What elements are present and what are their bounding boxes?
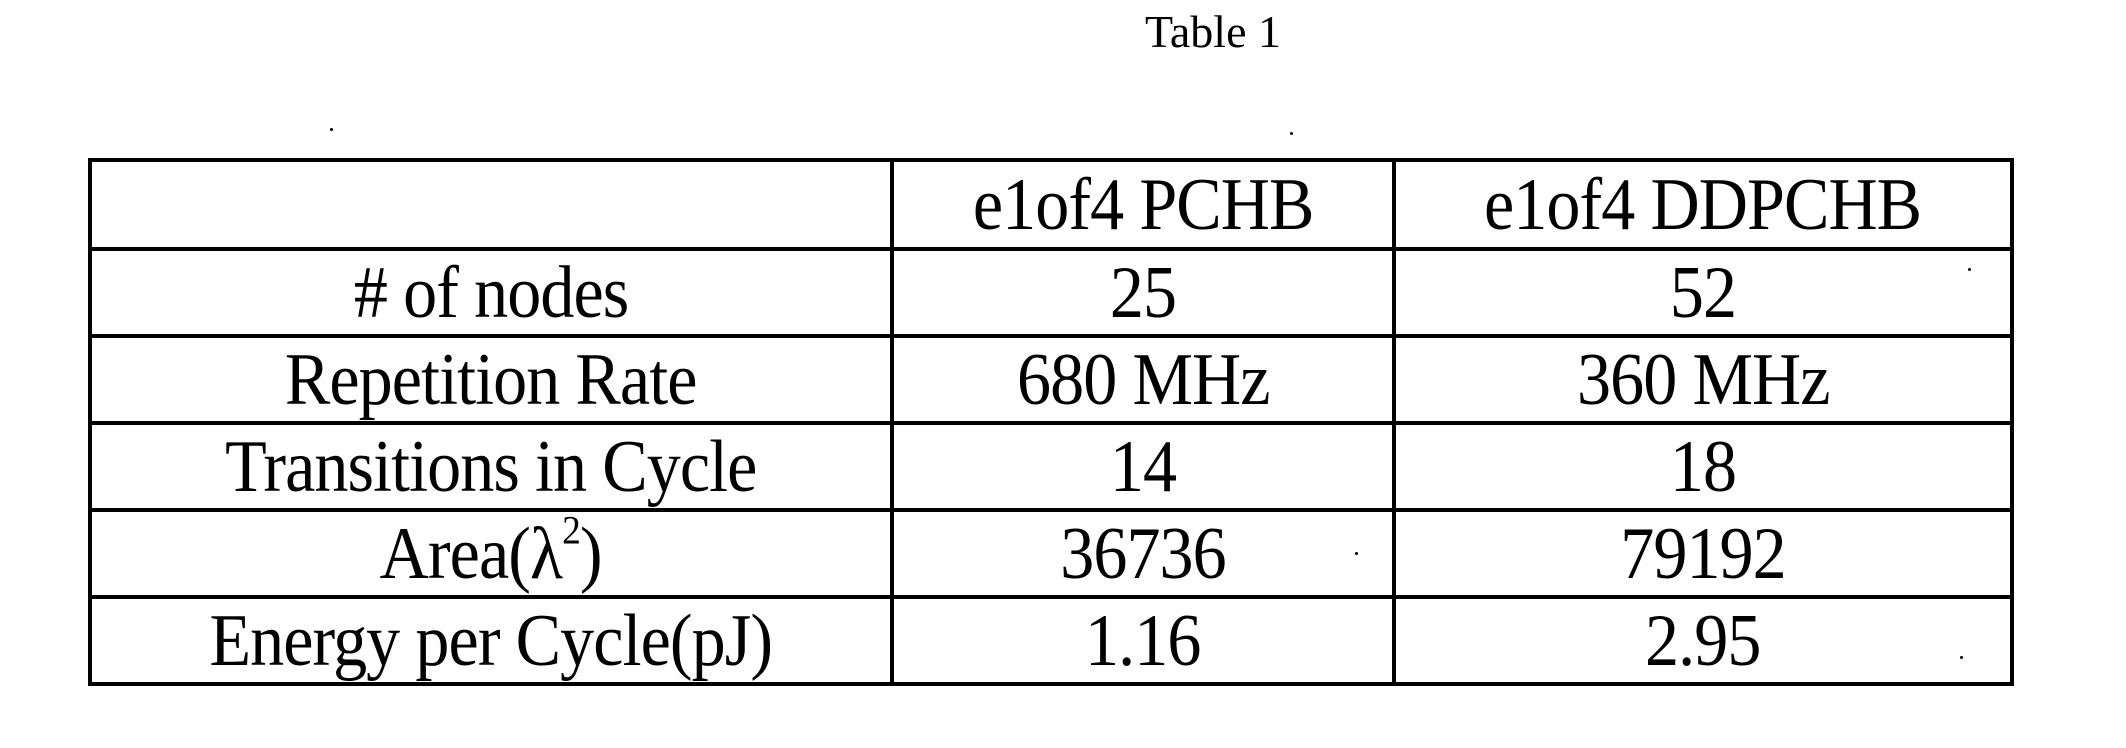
table-title: Table 1 <box>1144 6 1282 57</box>
comparison-table: e1of4 PCHB e1of4 DDPCHB # of nodes 25 52… <box>88 158 2014 686</box>
header-cell-ddpchb: e1of4 DDPCHB <box>1392 158 2014 251</box>
table-row: # of nodes 25 52 <box>88 247 2014 338</box>
value-cell: 18 <box>1392 421 2014 512</box>
scan-speck <box>330 128 333 131</box>
row-label-close: ) <box>580 512 603 595</box>
cell-value: 1.16 <box>1085 599 1201 682</box>
row-label: Repetition Rate <box>285 338 698 421</box>
cell-value: 14 <box>1109 425 1177 508</box>
header-cell-empty <box>88 158 894 251</box>
row-label-cell: Repetition Rate <box>88 334 894 425</box>
scan-speck <box>1960 656 1963 659</box>
value-cell: 1.16 <box>890 595 1396 686</box>
cell-value: 360 MHz <box>1576 338 1831 421</box>
cell-value: 36736 <box>1060 512 1227 595</box>
row-label-cell: Energy per Cycle(pJ) <box>88 595 894 686</box>
row-label: Area(λ2) <box>380 514 603 591</box>
cell-value: 79192 <box>1620 512 1787 595</box>
header-cell-pchb: e1of4 PCHB <box>890 158 1396 251</box>
table-row: Transitions in Cycle 14 18 <box>88 421 2014 512</box>
value-cell: 14 <box>890 421 1396 512</box>
cell-value: 2.95 <box>1645 599 1761 682</box>
row-label-cell: Area(λ2) <box>88 508 894 599</box>
row-label: Transitions in Cycle <box>225 425 757 508</box>
value-cell: 2.95 <box>1392 595 2014 686</box>
table-row: Repetition Rate 680 MHz 360 MHz <box>88 334 2014 425</box>
cell-value: 680 MHz <box>1016 338 1271 421</box>
row-label-superscript: 2 <box>562 510 581 552</box>
value-cell: 360 MHz <box>1392 334 2014 425</box>
scan-speck <box>1968 268 1971 271</box>
row-label: Energy per Cycle(pJ) <box>209 599 774 682</box>
value-cell: 52 <box>1392 247 2014 338</box>
row-label-cell: Transitions in Cycle <box>88 421 894 512</box>
column-header-label: e1of4 DDPCHB <box>1484 163 1922 246</box>
row-label-cell: # of nodes <box>88 247 894 338</box>
row-label: # of nodes <box>353 251 629 334</box>
value-cell: 36736 <box>890 508 1396 599</box>
row-label-main: Area(λ <box>379 512 563 595</box>
value-cell: 680 MHz <box>890 334 1396 425</box>
table-row: Area(λ2) 36736 79192 <box>88 508 2014 599</box>
value-cell: 79192 <box>1392 508 2014 599</box>
cell-value: 25 <box>1109 251 1177 334</box>
column-header-label: e1of4 PCHB <box>972 163 1315 246</box>
table-row: Energy per Cycle(pJ) 1.16 2.95 <box>88 595 2014 686</box>
scan-speck <box>1355 552 1358 555</box>
cell-value: 52 <box>1669 251 1737 334</box>
value-cell: 25 <box>890 247 1396 338</box>
cell-value: 18 <box>1669 425 1737 508</box>
scan-speck <box>1290 132 1293 135</box>
table-header-row: e1of4 PCHB e1of4 DDPCHB <box>88 158 2014 251</box>
comparison-table-container: e1of4 PCHB e1of4 DDPCHB # of nodes 25 52… <box>88 158 2014 686</box>
